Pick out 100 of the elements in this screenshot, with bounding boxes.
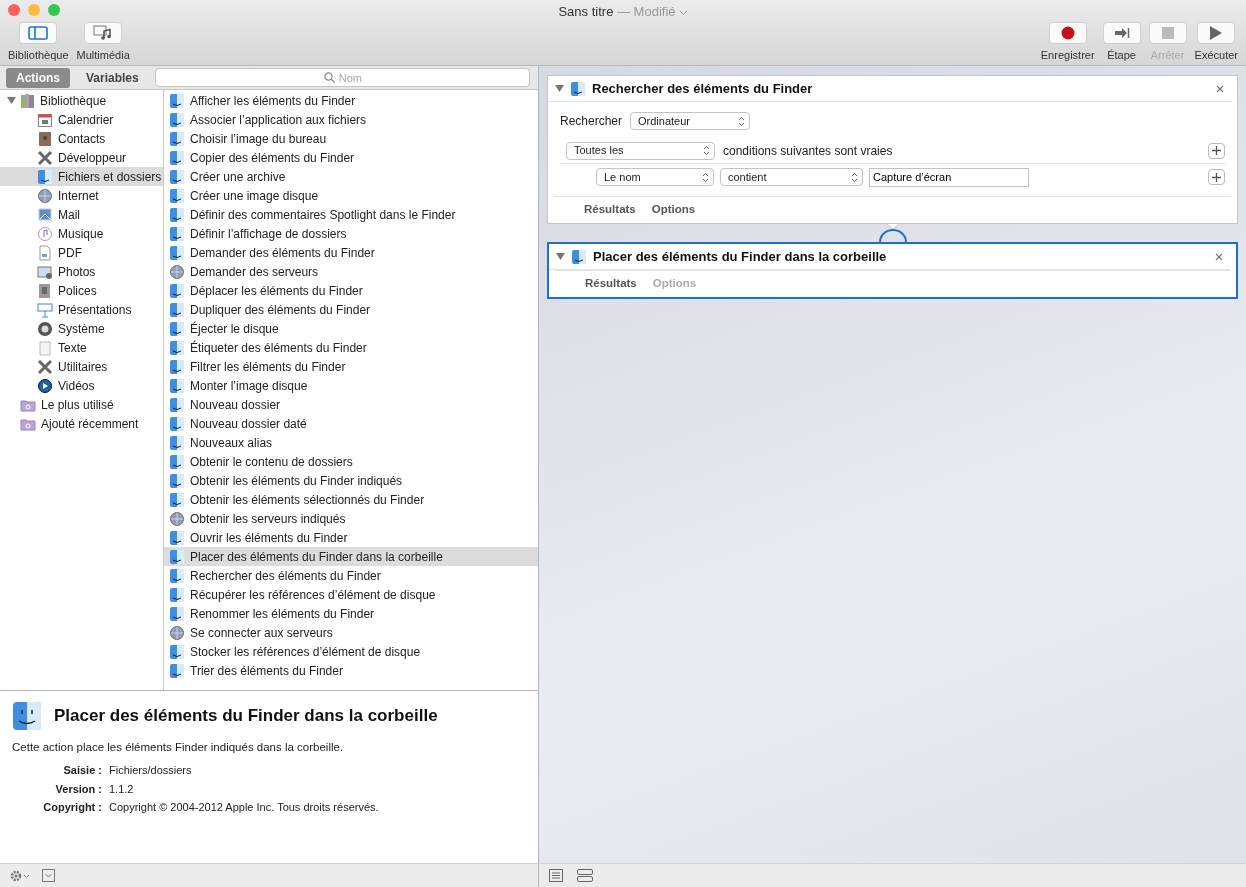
sidebar-item[interactable]: Texte	[0, 338, 163, 357]
search-field[interactable]: Nom	[154, 68, 530, 87]
action-item[interactable]: Obtenir les éléments du Finder indiqués	[164, 471, 538, 490]
document-icon	[37, 244, 53, 261]
disclosure-triangle-down-icon[interactable]	[555, 84, 564, 93]
finder-icon	[169, 168, 185, 185]
finder-icon	[169, 453, 185, 470]
chevron-down-icon	[678, 9, 688, 16]
finder-icon	[169, 662, 185, 679]
action-item[interactable]: Se connecter aux serveurs	[164, 623, 538, 642]
action-item[interactable]: Nouveau dossier	[164, 395, 538, 414]
toolbar-button[interactable]: Multimédia	[76, 22, 130, 64]
action-item[interactable]: Éjecter le disque	[164, 319, 538, 338]
action-item[interactable]: Définir l’affichage de dossiers	[164, 224, 538, 243]
action-item[interactable]: Demander des serveurs	[164, 262, 538, 281]
dropdown[interactable]: Toutes les	[566, 141, 715, 160]
action-item[interactable]: Étiqueter des éléments du Finder	[164, 338, 538, 357]
sidebar-item[interactable]: Calendrier	[0, 110, 163, 129]
dropdown[interactable]: Ordinateur	[630, 112, 751, 130]
dropdown[interactable]: Le nom	[596, 168, 714, 186]
action-item[interactable]: Filtrer les éléments du Finder	[164, 357, 538, 376]
sidebar-item[interactable]: Musique	[0, 224, 163, 243]
close-icon	[1216, 84, 1224, 93]
action-item[interactable]: Copier des éléments du Finder	[164, 148, 538, 167]
finder-icon	[169, 187, 185, 204]
books-icon	[20, 92, 36, 109]
add-button[interactable]	[1208, 142, 1225, 159]
updown-chevron-icon	[703, 145, 710, 156]
close-button[interactable]	[1216, 84, 1224, 93]
action-item[interactable]: Ouvrir les éléments du Finder	[164, 528, 538, 547]
sidebar-item[interactable]: Développeur	[0, 148, 163, 167]
action-item[interactable]: Créer une image disque	[164, 186, 538, 205]
description-title: Placer des éléments du Finder dans la corbeille	[54, 705, 438, 728]
action-item[interactable]: Définir des commentaires Spotlight dans le Finder	[164, 205, 538, 224]
action-item[interactable]: Choisir l’image du bureau	[164, 129, 538, 148]
sidebar-item[interactable]: Polices	[0, 281, 163, 300]
field-value: Copyright © 2004-2012 Apple Inc. Tous droits réservés.	[109, 800, 380, 816]
action-item[interactable]: Placer des éléments du Finder dans la corbeille	[164, 547, 538, 566]
action-item[interactable]: Demander des éléments du Finder	[164, 243, 538, 262]
sidebar-item[interactable]: Le plus utilisé	[0, 395, 163, 414]
add-button[interactable]	[1208, 169, 1225, 185]
sidebar-item[interactable]: PDF	[0, 243, 163, 262]
action-item[interactable]: Déplacer les éléments du Finder	[164, 281, 538, 300]
close-button[interactable]	[8, 4, 20, 16]
disclosure-triangle-down-icon[interactable]	[7, 96, 16, 105]
tab[interactable]: Options	[651, 201, 696, 219]
collapse-panel-icon[interactable]	[42, 869, 55, 882]
action-item[interactable]: Obtenir les serveurs indiqués	[164, 509, 538, 528]
music-note-icon	[37, 225, 53, 242]
sidebar-item[interactable]: Utilitaires	[0, 357, 163, 376]
sidebar-item[interactable]: Vidéos	[0, 376, 163, 395]
globe-icon	[169, 624, 185, 641]
finder-icon	[571, 248, 587, 265]
media-icon	[93, 25, 114, 41]
finder-icon	[570, 80, 586, 97]
sidebar-item[interactable]: Système	[0, 319, 163, 338]
action-item[interactable]: Renommer les éléments du Finder	[164, 604, 538, 623]
sidebar-item[interactable]: Internet	[0, 186, 163, 205]
tab[interactable]: Résultats	[584, 201, 636, 219]
gear-menu-icon[interactable]	[10, 869, 32, 882]
toolbar-button[interactable]: Exécuter	[1194, 22, 1238, 64]
tab[interactable]: Variables	[76, 67, 149, 88]
action-item[interactable]: Trier des éléments du Finder	[164, 661, 538, 680]
action-item[interactable]: Obtenir le contenu de dossiers	[164, 452, 538, 471]
sidebar-item[interactable]: Présentations	[0, 300, 163, 319]
action-item[interactable]: Associer l’application aux fichiers	[164, 110, 538, 129]
action-item[interactable]: Créer une archive	[164, 167, 538, 186]
action-item[interactable]: Afficher les éléments du Finder	[164, 91, 538, 110]
finder-icon	[169, 149, 185, 166]
finder-icon	[169, 225, 185, 242]
dropdown[interactable]: contient	[720, 168, 863, 186]
sidebar-item[interactable]: Fichiers et dossiers	[0, 167, 163, 186]
action-item[interactable]: Rechercher des éléments du Finder	[164, 566, 538, 585]
disclosure-triangle-down-icon[interactable]	[556, 252, 565, 261]
finder-icon	[169, 282, 185, 299]
action-item[interactable]: Dupliquer des éléments du Finder	[164, 300, 538, 319]
photos-icon	[37, 263, 53, 280]
tab[interactable]: Résultats	[585, 275, 637, 293]
close-button[interactable]	[1215, 252, 1223, 261]
easel-icon	[37, 301, 53, 318]
action-item[interactable]: Nouveau dossier daté	[164, 414, 538, 433]
book-icon	[37, 130, 53, 147]
action-item[interactable]: Stocker les références d’élément de disque	[164, 642, 538, 661]
finder-icon	[169, 491, 185, 508]
toolbar-button[interactable]: Enregistrer	[1040, 22, 1095, 64]
field-label: Version :	[54, 781, 102, 797]
sidebar-item[interactable]: Photos	[0, 262, 163, 281]
action-item[interactable]: Monter l’image disque	[164, 376, 538, 395]
updown-chevron-icon	[851, 171, 858, 183]
sidebar-item[interactable]: Mail	[0, 205, 163, 224]
sidebar-item[interactable]: Contacts	[0, 129, 163, 148]
toolbar-button[interactable]: Bibliothèque	[8, 22, 69, 64]
text-field[interactable]: Capture d’écran	[869, 167, 1029, 187]
sidebar-item[interactable]: Bibliothèque	[0, 91, 163, 110]
list-view-icon[interactable]	[549, 869, 563, 882]
split-view-icon[interactable]	[577, 869, 593, 882]
action-item[interactable]: Obtenir les éléments sélectionnés du Finder	[164, 490, 538, 509]
action-item[interactable]: Récupérer les références d’élément de disque	[164, 585, 538, 604]
sidebar-item[interactable]: Ajouté récemment	[0, 414, 163, 433]
action-item[interactable]: Nouveaux alias	[164, 433, 538, 452]
